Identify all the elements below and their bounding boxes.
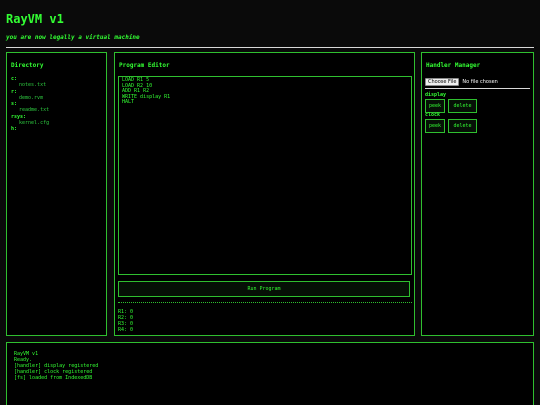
file-chosen-label: No file chosen bbox=[462, 78, 498, 85]
handler-name: clock bbox=[425, 112, 441, 118]
program-editor-panel: Program Editor LOAD R1 5 LOAD R2 10 ADD … bbox=[114, 52, 415, 336]
directory-heading: Directory bbox=[11, 62, 44, 69]
handler-manager-panel: Handler Manager Choose File No file chos… bbox=[421, 52, 534, 336]
header-divider bbox=[6, 47, 534, 48]
drive-h[interactable]: h: bbox=[11, 126, 49, 132]
peek-display-button[interactable]: peek bbox=[425, 99, 445, 113]
register-readout: R1: 0 R2: 0 R3: 0 R4: 0 bbox=[118, 309, 133, 333]
peek-clock-button[interactable]: peek bbox=[425, 119, 445, 133]
handler-item-clock: clock peek delete bbox=[425, 112, 477, 133]
delete-clock-button[interactable]: delete bbox=[448, 119, 477, 133]
handler-name: display bbox=[425, 92, 447, 98]
app-title: RayVM v1 bbox=[6, 12, 64, 26]
app-subtitle: you are now legally a virtual machine bbox=[6, 34, 140, 41]
handler-item-display: display peek delete bbox=[425, 92, 477, 113]
choose-file-button[interactable]: Choose File bbox=[425, 77, 460, 86]
handler-divider bbox=[425, 88, 530, 89]
delete-display-button[interactable]: delete bbox=[448, 99, 477, 113]
handler-file-input[interactable]: Choose File No file chosen bbox=[425, 77, 534, 86]
editor-heading: Program Editor bbox=[119, 62, 170, 69]
register-divider bbox=[118, 302, 412, 303]
code-editor[interactable]: LOAD R1 5 LOAD R2 10 ADD R1 R2 WRITE dis… bbox=[118, 76, 412, 275]
register-r4: R4: 0 bbox=[118, 327, 134, 333]
console-line: [fs] loaded from IndexedDB bbox=[14, 375, 93, 381]
run-program-button[interactable]: Run Program bbox=[118, 281, 410, 297]
handler-heading: Handler Manager bbox=[426, 62, 481, 69]
console-output: RayVM v1 Ready. [handler] display regist… bbox=[14, 351, 98, 381]
console-panel: RayVM v1 Ready. [handler] display regist… bbox=[6, 342, 534, 405]
code-line: HALT bbox=[122, 99, 135, 106]
directory-tree: c: notes.txt r: demo.rvm s: readme.txt r… bbox=[11, 76, 49, 133]
directory-panel: Directory c: notes.txt r: demo.rvm s: re… bbox=[6, 52, 107, 336]
